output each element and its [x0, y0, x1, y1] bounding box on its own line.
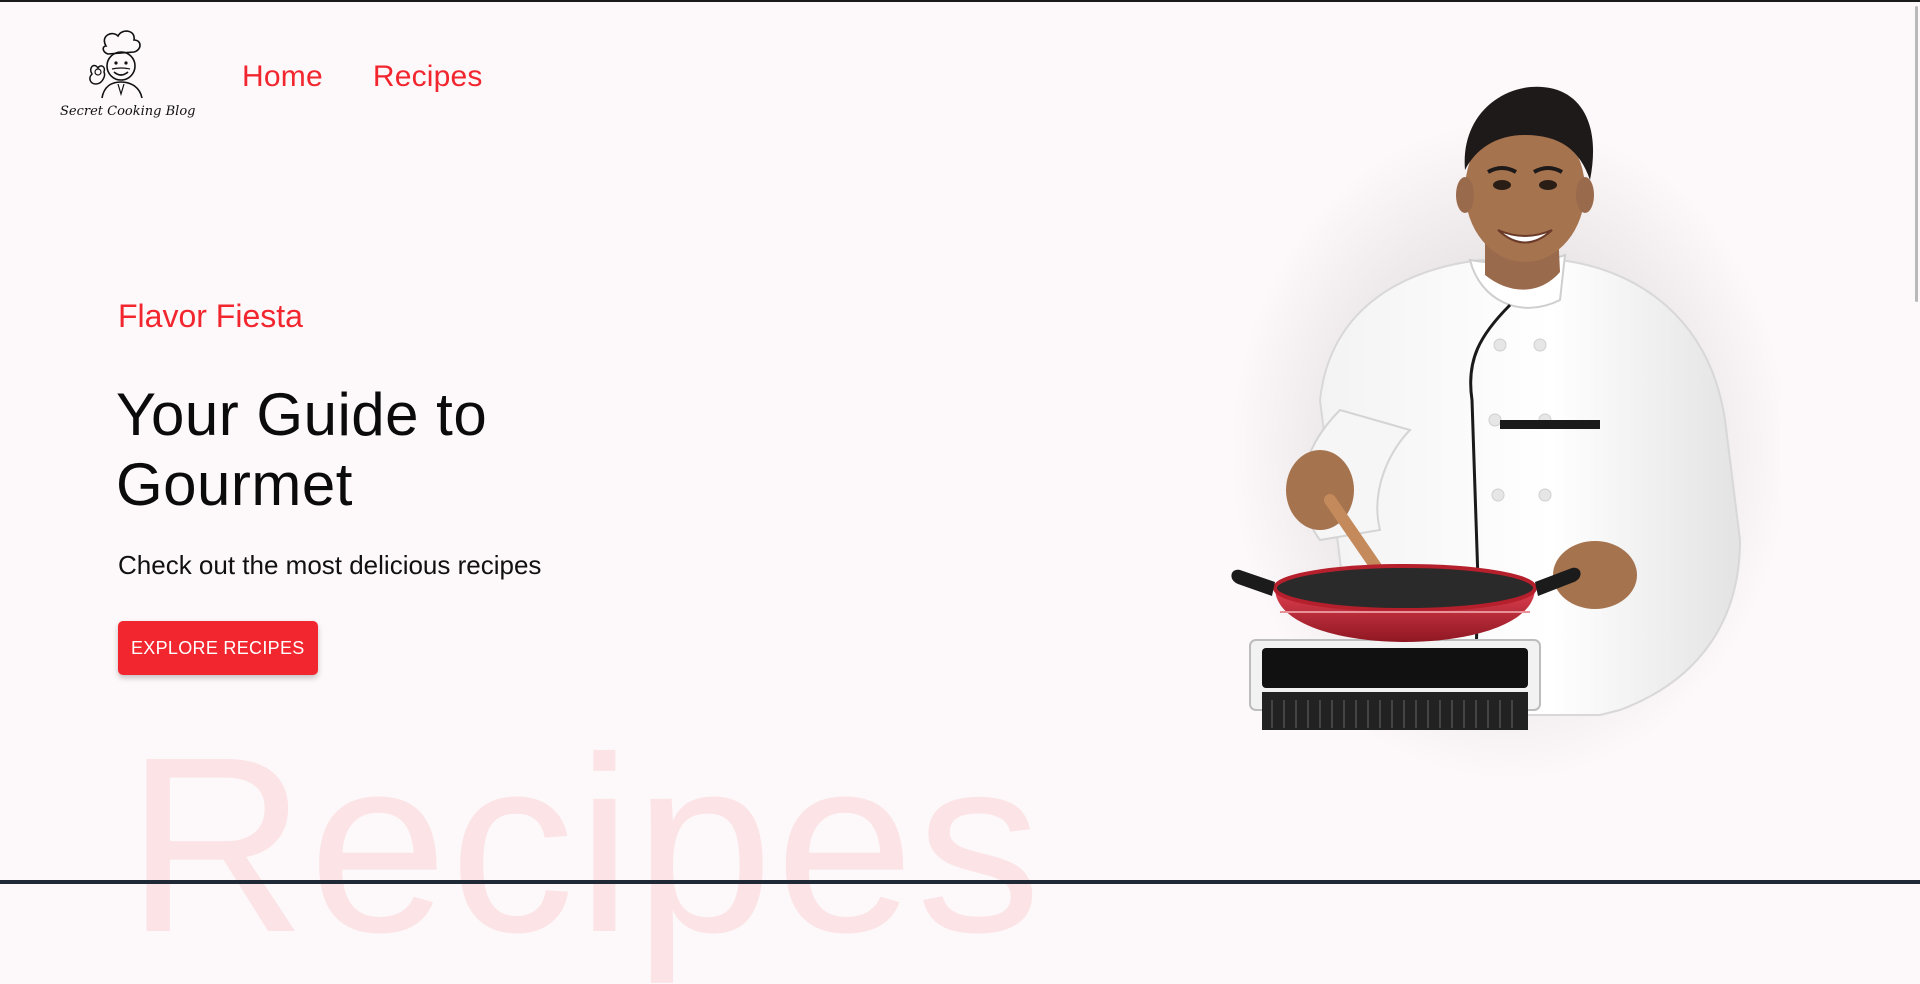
explore-recipes-button[interactable]: EXPLORE RECIPES	[118, 621, 318, 675]
scrollbar-thumb[interactable]	[1915, 6, 1918, 302]
main-nav: Home Recipes	[242, 60, 483, 94]
hero-eyebrow: Flavor Fiesta	[118, 298, 303, 334]
nav-recipes-link[interactable]: Recipes	[373, 60, 483, 94]
hero-subline: Check out the most delicious recipes	[118, 550, 542, 580]
top-border	[0, 0, 1920, 2]
recipes-watermark: Recipes	[126, 705, 1044, 984]
hero-headline: Your Guide to Gourmet	[116, 381, 488, 518]
logo[interactable]: Secret Cooking Blog	[60, 28, 196, 128]
chef-logo-icon	[89, 30, 143, 99]
page-scrollbar[interactable]	[1912, 0, 1920, 880]
chef-hero-image	[1230, 86, 1780, 780]
bottom-border	[0, 880, 1920, 884]
logo-text: Secret Cooking Blog	[60, 104, 196, 119]
nav-home-link[interactable]: Home	[242, 60, 323, 94]
